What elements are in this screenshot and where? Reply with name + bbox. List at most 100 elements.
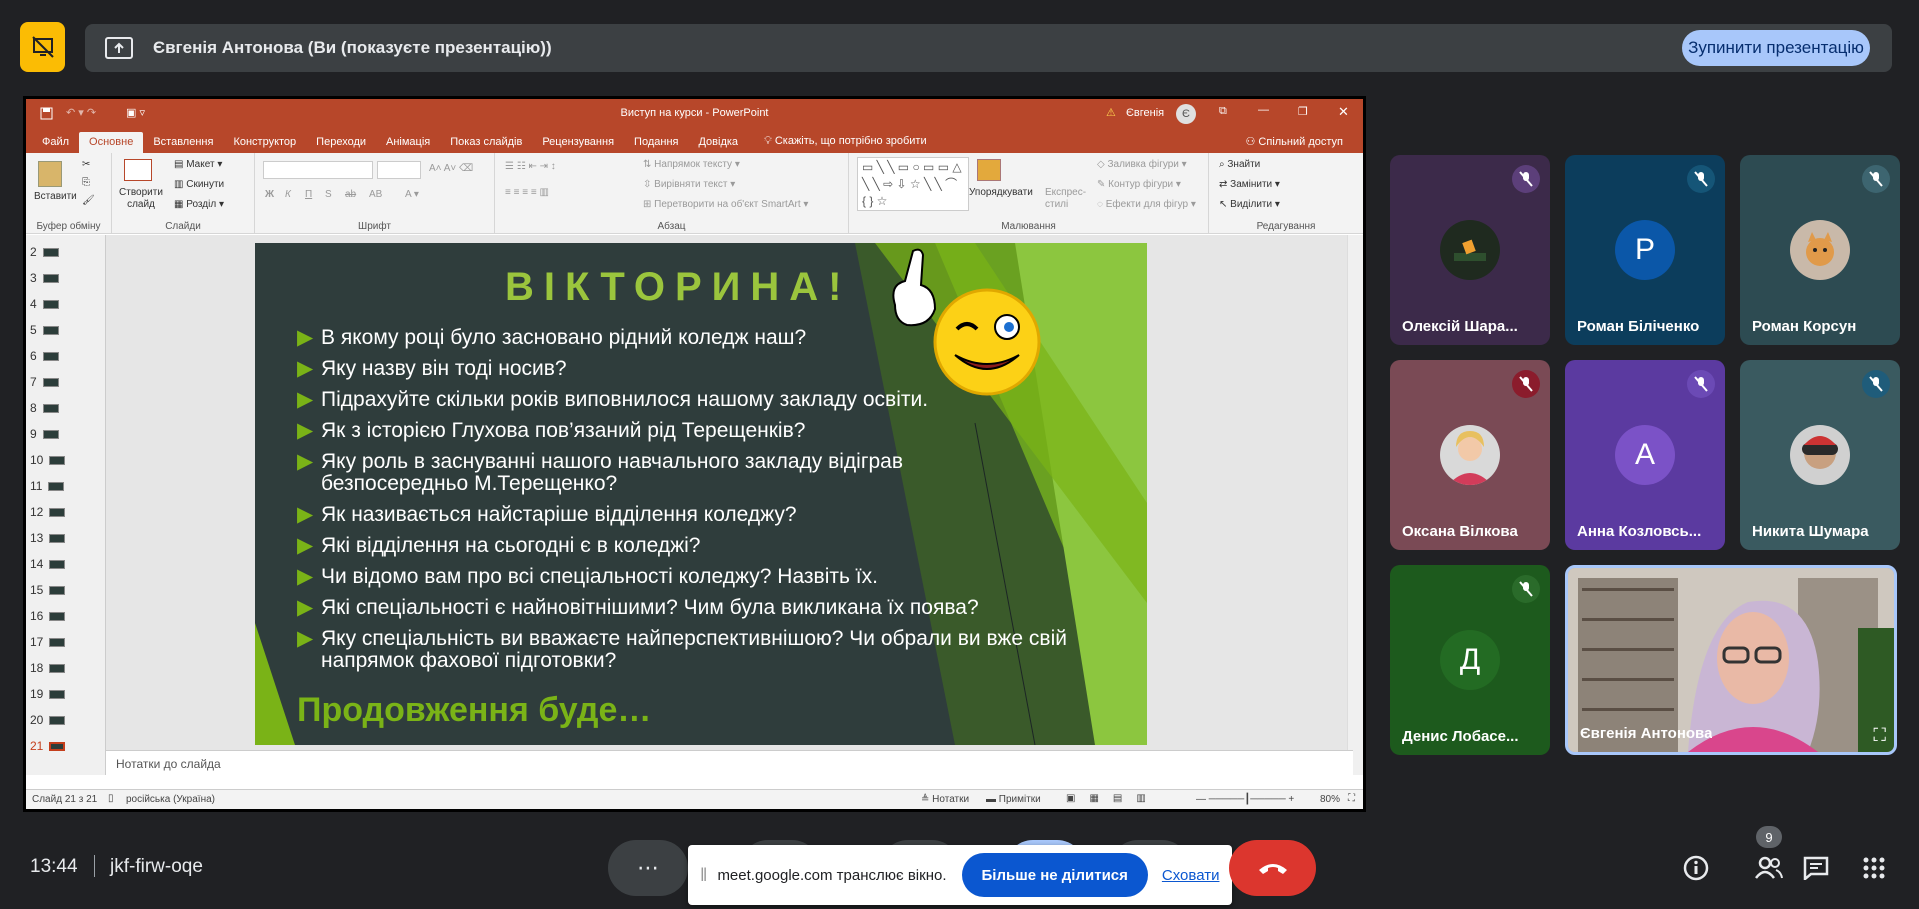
list-buttons[interactable]: ☰ ☷ ⇤ ⇥ ↕: [505, 161, 556, 172]
thumbnail-item[interactable]: 10: [30, 453, 66, 467]
chat-button[interactable]: [1800, 852, 1832, 884]
participant-tile[interactable]: Олексій Шара...: [1390, 155, 1550, 345]
comments-toggle[interactable]: ▬ Примітки: [986, 794, 1041, 805]
arrange-button[interactable]: Упорядкувати: [969, 187, 1033, 198]
vertical-scrollbar[interactable]: [1347, 235, 1363, 775]
tab-design[interactable]: Конструктор: [223, 132, 306, 153]
thumbnail-item[interactable]: 19: [30, 687, 66, 701]
thumbnail-item-active[interactable]: 21: [30, 739, 66, 753]
share-button[interactable]: ⚇ Спільний доступ: [1236, 131, 1354, 153]
stop-sharing-button[interactable]: Більше не ділитися: [961, 853, 1148, 897]
thumbnail-item[interactable]: 5: [30, 323, 59, 337]
notes-pane[interactable]: Нотатки до слайда: [106, 750, 1353, 776]
participant-tile[interactable]: Роман Корсун: [1740, 155, 1900, 345]
activities-button[interactable]: [1858, 852, 1890, 884]
people-button[interactable]: [1753, 852, 1785, 884]
thumbnail-item[interactable]: 2: [30, 245, 59, 259]
thumbnail-item[interactable]: 20: [30, 713, 66, 727]
crop-icon[interactable]: ⛶: [1873, 725, 1886, 746]
tell-me-search[interactable]: 💡︎ Скажіть, що потрібно зробити: [754, 131, 937, 153]
thumbnail-item[interactable]: 17: [30, 635, 66, 649]
new-slide-button[interactable]: Створити слайд: [116, 187, 166, 211]
participant-tile[interactable]: P Роман Біліченко: [1565, 155, 1725, 345]
font-size-select[interactable]: [377, 161, 421, 179]
thumbnail-item[interactable]: 18: [30, 661, 66, 675]
drag-handle-icon[interactable]: ‖: [700, 865, 707, 886]
spacing-button[interactable]: АВ: [369, 189, 382, 200]
layout-button[interactable]: ▤ Макет ▾: [174, 159, 222, 170]
thumbnail-item[interactable]: 8: [30, 401, 59, 415]
smartart-button[interactable]: ⊞ Перетворити на об'єкт SmartArt ▾: [643, 199, 808, 210]
participant-tile[interactable]: Никита Шумара: [1740, 360, 1900, 550]
find-button[interactable]: ⌕ Знайти: [1219, 159, 1260, 170]
meeting-info-button[interactable]: [1680, 852, 1712, 884]
thumbnail-item[interactable]: 4: [30, 297, 59, 311]
view-buttons[interactable]: ▣▦▤▥: [1066, 793, 1160, 804]
minimize-icon[interactable]: —: [1258, 104, 1269, 116]
section-button[interactable]: ▦ Розділ ▾: [174, 199, 224, 210]
restore-icon[interactable]: ❐: [1298, 105, 1308, 118]
strikethrough-button[interactable]: аb: [345, 189, 356, 200]
ribbon-display-icon[interactable]: ⧉: [1219, 105, 1227, 118]
ppt-user-avatar[interactable]: Є: [1176, 104, 1196, 124]
align-text-button[interactable]: ⇳ Вирівняти текст ▾: [643, 179, 735, 190]
select-button[interactable]: ↖ Виділити ▾: [1219, 199, 1280, 210]
spellcheck-icon[interactable]: ▯: [108, 793, 114, 804]
participant-tile[interactable]: Оксана Вілкова: [1390, 360, 1550, 550]
quick-styles-button[interactable]: Експрес-стилі: [1045, 187, 1091, 211]
zoom-level[interactable]: 80%: [1320, 794, 1340, 805]
more-options-button[interactable]: ⋯: [608, 840, 688, 896]
font-size-buttons[interactable]: A˄ A˅ ⌫: [429, 163, 473, 174]
tab-home[interactable]: Основне: [79, 132, 144, 153]
thumbnail-item[interactable]: 3: [30, 271, 59, 285]
thumbnail-item[interactable]: 6: [30, 349, 59, 363]
thumbnail-item[interactable]: 13: [30, 531, 66, 545]
tab-animations[interactable]: Анімація: [376, 132, 440, 153]
font-name-select[interactable]: [263, 161, 373, 179]
language[interactable]: російська (Україна): [126, 794, 215, 805]
tab-transitions[interactable]: Переходи: [306, 132, 376, 153]
cut-icon[interactable]: ✂: [82, 159, 90, 170]
font-color-icon[interactable]: A ▾: [405, 189, 419, 200]
hide-link[interactable]: Сховати: [1162, 867, 1220, 884]
tab-view[interactable]: Подання: [624, 132, 688, 153]
thumbnail-item[interactable]: 11: [30, 479, 65, 493]
bold-button[interactable]: Ж: [265, 189, 274, 200]
align-buttons[interactable]: ≡ ≡ ≡ ≡ ▥: [505, 187, 549, 198]
thumbnail-item[interactable]: 14: [30, 557, 66, 571]
tab-insert[interactable]: Вставлення: [143, 132, 223, 153]
thumbnail-item[interactable]: 7: [30, 375, 59, 389]
shape-effects-button[interactable]: ◌ Ефекти для фігур ▾: [1097, 199, 1196, 210]
shapes-gallery[interactable]: ▭ ╲ ╲ ▭ ○ ▭ ▭ △ ╲ ╲ ⇨ ⇩ ☆ ╲ ╲ ⌒ { } ☆: [857, 157, 969, 211]
notes-toggle[interactable]: ≜ Нотатки: [921, 794, 969, 805]
format-painter-icon[interactable]: 🖌︎: [82, 195, 95, 206]
ppt-user-name[interactable]: Євгенія: [1126, 107, 1164, 119]
participant-tile[interactable]: Д Денис Лобасе...: [1390, 565, 1550, 755]
underline-button[interactable]: П: [305, 189, 312, 200]
shape-outline-button[interactable]: ✎ Контур фігури ▾: [1097, 179, 1181, 190]
italic-button[interactable]: К: [285, 189, 291, 200]
replace-button[interactable]: ⇄ Замінити ▾: [1219, 179, 1280, 190]
thumbnail-item[interactable]: 9: [30, 427, 59, 441]
shadow-button[interactable]: S: [325, 189, 332, 200]
thumbnail-item[interactable]: 16: [30, 609, 66, 623]
participant-tile[interactable]: A Анна Козловсь...: [1565, 360, 1725, 550]
presentation-status-icon[interactable]: [20, 22, 65, 72]
tab-help[interactable]: Довідка: [688, 132, 748, 153]
zoom-slider[interactable]: — ─────┃───── +: [1196, 794, 1294, 805]
reset-button[interactable]: ▥ Скинути: [174, 179, 224, 190]
copy-icon[interactable]: ⎘: [82, 177, 90, 188]
stop-presenting-button[interactable]: Зупинити презентацію: [1682, 30, 1870, 66]
thumbnail-item[interactable]: 15: [30, 583, 66, 597]
tab-review[interactable]: Рецензування: [532, 132, 624, 153]
thumbnail-item[interactable]: 12: [30, 505, 66, 519]
paste-button[interactable]: Вставити: [34, 191, 77, 202]
fit-slide-icon[interactable]: ⛶: [1348, 793, 1355, 804]
text-direction-button[interactable]: ⇅ Напрямок тексту ▾: [643, 159, 740, 170]
participant-tile-self[interactable]: Євгенія Антонова ⛶: [1565, 565, 1897, 755]
shape-fill-button[interactable]: ◇ Заливка фігури ▾: [1097, 159, 1187, 170]
tab-slideshow[interactable]: Показ слайдів: [440, 132, 532, 153]
tab-file[interactable]: Файл: [32, 132, 79, 153]
close-icon[interactable]: ✕: [1338, 104, 1349, 120]
end-call-button[interactable]: [1229, 840, 1316, 896]
